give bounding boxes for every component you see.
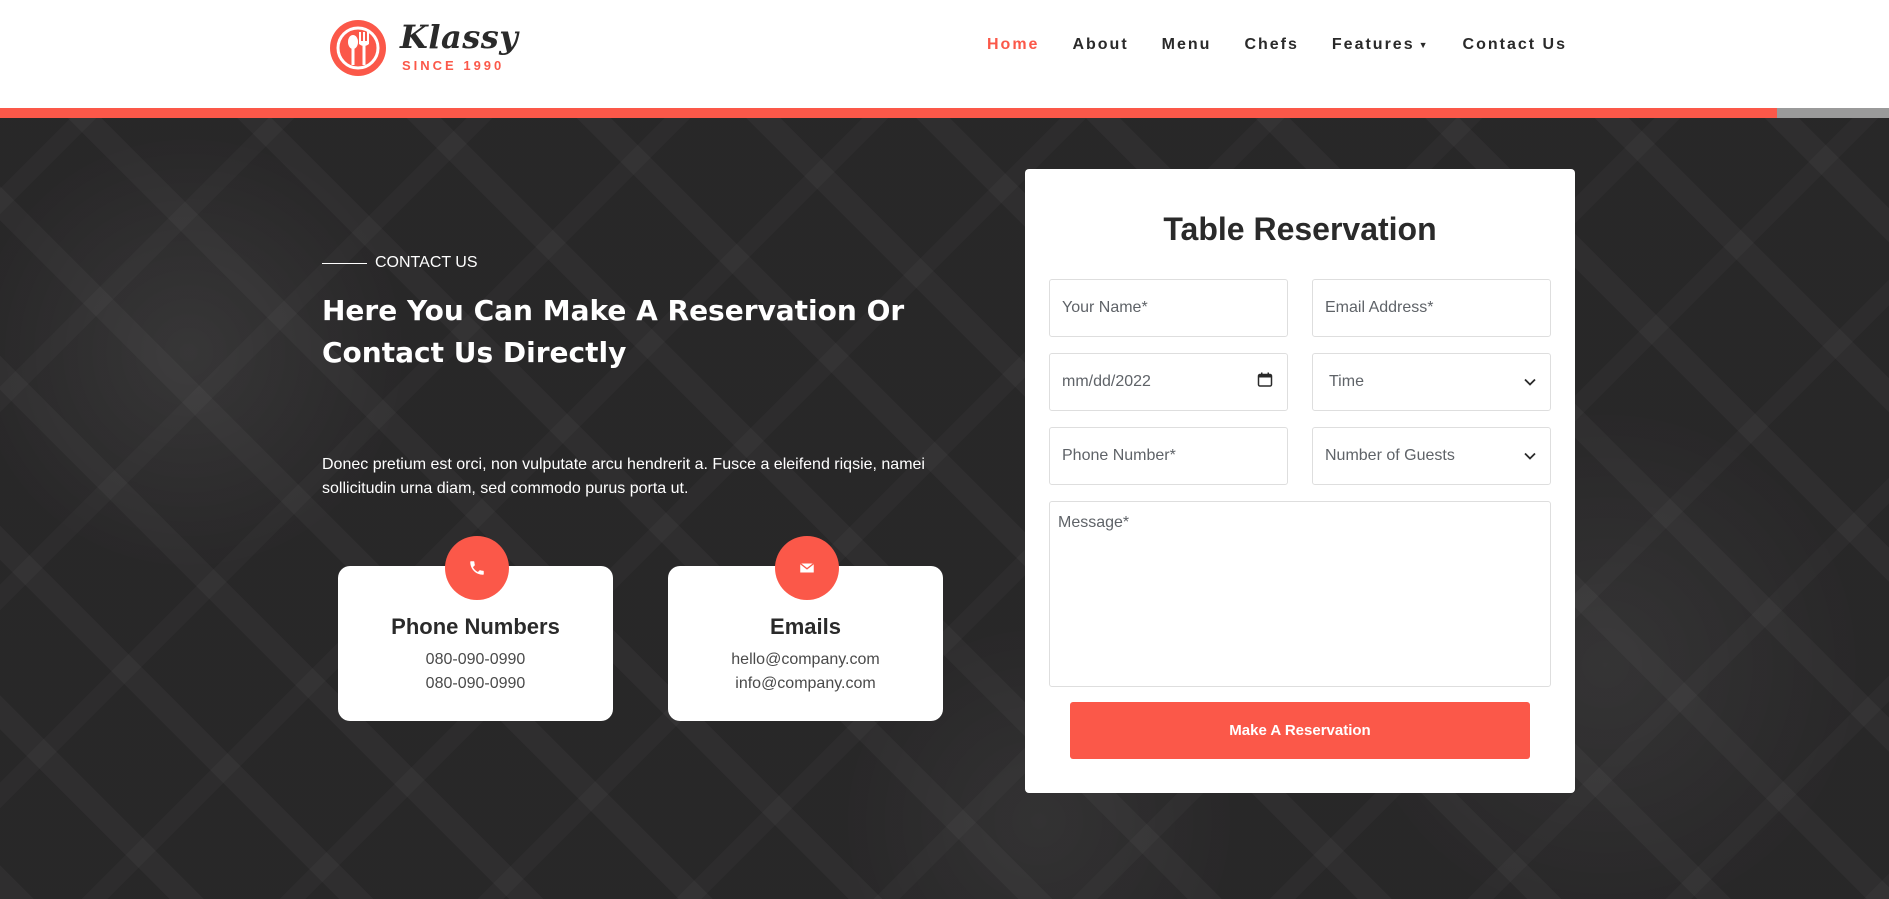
site-header: Klassy SINCE 1990 Home About Menu Chefs …	[0, 0, 1889, 108]
logo[interactable]: Klassy SINCE 1990	[330, 18, 518, 78]
envelope-icon	[775, 536, 839, 600]
phone-placeholder: Phone Number*	[1062, 447, 1176, 464]
phone-icon	[445, 536, 509, 600]
chevron-down-icon	[1524, 447, 1536, 465]
email-field[interactable]: Email Address*	[1312, 279, 1551, 337]
caret-down-icon: ▼	[1418, 39, 1430, 50]
nav-chefs[interactable]: Chefs	[1244, 36, 1298, 54]
nav-about[interactable]: About	[1072, 36, 1128, 54]
phone-card-title: Phone Numbers	[391, 614, 560, 639]
email-placeholder: Email Address*	[1325, 299, 1434, 316]
chevron-down-icon	[1524, 373, 1536, 391]
name-field[interactable]: Your Name*	[1049, 279, 1288, 337]
eyebrow-line	[322, 262, 367, 264]
section-eyebrow: CONTACT US	[322, 254, 478, 272]
nav-menu[interactable]: Menu	[1162, 36, 1212, 54]
nav-home[interactable]: Home	[987, 36, 1039, 54]
nav-features-label: Features	[1331, 36, 1415, 53]
emails-card-title: Emails	[770, 614, 841, 639]
message-textarea[interactable]: Message*	[1049, 501, 1551, 687]
message-placeholder: Message*	[1058, 514, 1130, 531]
eyebrow-text: CONTACT US	[375, 254, 478, 271]
nav-contact-us[interactable]: Contact Us	[1463, 36, 1567, 54]
section-intro: Donec pretium est orci, non vulputate ar…	[322, 456, 925, 497]
phone-field[interactable]: Phone Number*	[1049, 427, 1288, 485]
logo-utensils-icon	[330, 20, 386, 76]
phone-number-1[interactable]: 080-090-0990	[338, 651, 613, 669]
header-accent-bar	[0, 108, 1777, 118]
brand-name: Klassy	[400, 18, 519, 56]
calendar-icon[interactable]	[1257, 372, 1273, 393]
nav-features[interactable]: Features ▼	[1332, 36, 1430, 54]
section-heading: Here You Can Make A Reservation Or Conta…	[322, 294, 905, 369]
time-select-value: Time	[1329, 373, 1364, 390]
name-placeholder: Your Name*	[1062, 299, 1148, 316]
brand-tagline: SINCE 1990	[402, 58, 505, 73]
phone-number-2[interactable]: 080-090-0990	[338, 675, 613, 693]
make-reservation-button[interactable]: Make A Reservation	[1070, 702, 1530, 759]
guests-select-value: Number of Guests	[1325, 447, 1455, 464]
emails-card: Emails hello@company.com info@company.co…	[668, 536, 943, 721]
main-nav: Home About Menu Chefs Features ▼ Contact …	[987, 36, 1600, 54]
guests-select[interactable]: Number of Guests	[1312, 427, 1551, 485]
date-placeholder: mm/dd/2022	[1062, 373, 1151, 390]
time-select[interactable]: Time	[1312, 353, 1551, 411]
date-field[interactable]: mm/dd/2022	[1049, 353, 1288, 411]
reservation-section: CONTACT US Here You Can Make A Reservati…	[0, 118, 1889, 899]
form-title: Table Reservation	[1163, 211, 1437, 247]
header-scroll-indicator	[1777, 108, 1889, 118]
phone-numbers-card: Phone Numbers 080-090-0990 080-090-0990	[338, 536, 613, 721]
email-1[interactable]: hello@company.com	[668, 651, 943, 669]
table-reservation-form: Table Reservation Your Name* Email Addre…	[1025, 169, 1575, 793]
email-2[interactable]: info@company.com	[668, 675, 943, 693]
